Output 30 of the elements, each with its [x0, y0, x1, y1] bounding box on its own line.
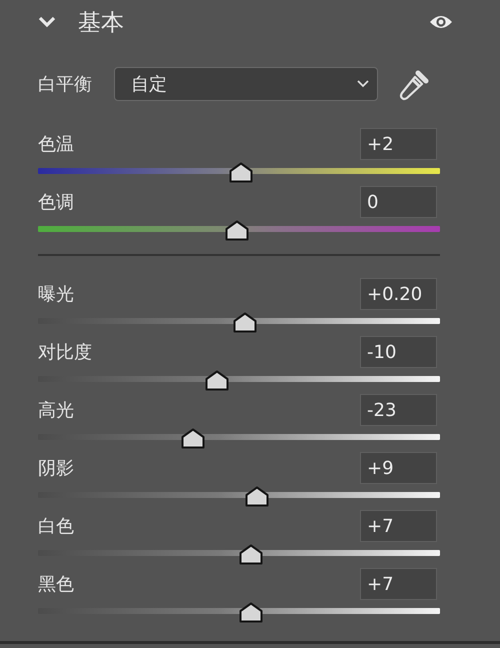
value-field[interactable]: +9: [360, 452, 437, 484]
value-field[interactable]: +2: [360, 128, 437, 160]
slider-label: 曝光: [38, 283, 74, 306]
slider-thumb[interactable]: [180, 428, 205, 449]
panel-title: 基本: [78, 8, 124, 38]
slider-thumb[interactable]: [233, 312, 258, 333]
value-field[interactable]: +7: [360, 568, 437, 600]
slider-label: 色温: [38, 133, 74, 156]
value-field[interactable]: +7: [360, 510, 437, 542]
slider-thumb[interactable]: [239, 544, 264, 565]
value-field[interactable]: -10: [360, 336, 437, 368]
slider-thumb[interactable]: [239, 602, 264, 623]
slider-thumb[interactable]: [224, 220, 249, 241]
slider-label: 阴影: [38, 457, 74, 480]
slider-label: 色调: [38, 191, 74, 214]
slider-thumb[interactable]: [229, 162, 253, 183]
preset-dropdown[interactable]: 自定: [114, 67, 378, 101]
collapse-chevron-icon[interactable]: [38, 16, 56, 28]
value-field[interactable]: -23: [360, 394, 437, 426]
value-field[interactable]: 0: [360, 186, 437, 218]
value-field[interactable]: +0.20: [360, 278, 437, 310]
slider-label: 高光: [38, 399, 74, 422]
slider-label: 黑色: [38, 573, 74, 596]
slider-thumb[interactable]: [245, 486, 270, 507]
eye-icon[interactable]: [429, 14, 453, 30]
setting-label: 白平衡: [38, 73, 92, 96]
caret-icon: [357, 80, 369, 88]
slider-label: 对比度: [38, 341, 92, 364]
slider-thumb[interactable]: [204, 370, 229, 391]
slider-label: 白色: [38, 515, 74, 538]
